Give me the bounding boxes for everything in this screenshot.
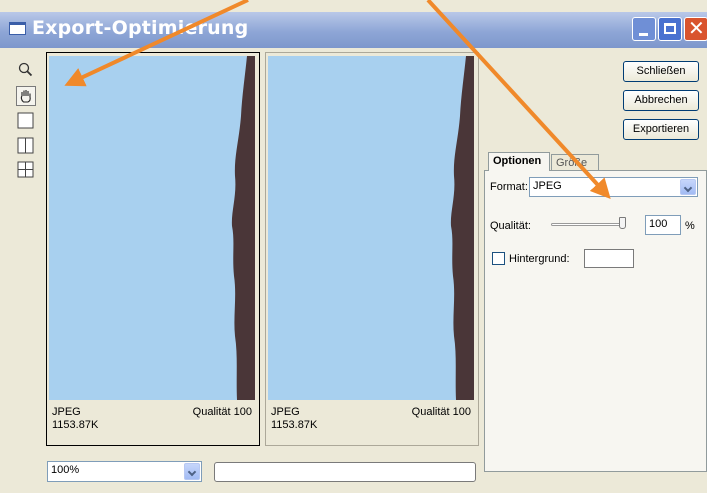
background-checkbox[interactable] — [492, 252, 505, 265]
close-window-button[interactable]: ✕ — [684, 17, 707, 41]
preview-quality: Qualität 100 — [192, 406, 252, 418]
magnifier-icon — [18, 62, 33, 77]
cancel-button[interactable]: Abbrechen — [623, 90, 699, 111]
format-value: JPEG — [533, 180, 562, 192]
four-up-view-button[interactable] — [16, 160, 36, 180]
tab-options[interactable]: Optionen — [488, 152, 550, 171]
single-view-button[interactable] — [16, 111, 36, 131]
window-title: Export-Optimierung — [32, 17, 249, 39]
four-up-view-icon — [17, 161, 34, 178]
preview-pane-original[interactable]: JPEG 1153.87K Qualität 100 — [46, 52, 260, 446]
format-select[interactable]: JPEG — [529, 177, 698, 197]
image-content — [231, 56, 255, 400]
preview-quality: Qualität 100 — [411, 406, 471, 418]
format-label: Format: — [490, 181, 528, 193]
zoom-select[interactable]: 100% — [47, 461, 202, 482]
two-up-view-button[interactable] — [16, 136, 36, 156]
background-color-swatch[interactable] — [584, 249, 634, 268]
preview-image[interactable] — [49, 56, 255, 400]
quality-unit: % — [685, 220, 695, 232]
single-view-icon — [17, 112, 34, 129]
image-content — [450, 56, 474, 400]
zoom-value: 100% — [51, 464, 80, 476]
quality-label: Qualität: — [490, 220, 531, 232]
export-button[interactable]: Exportieren — [623, 119, 699, 140]
quality-slider-track[interactable] — [551, 223, 623, 226]
preview-info: JPEG 1153.87K Qualität 100 — [52, 406, 252, 432]
progress-bar — [214, 462, 476, 482]
quality-slider-handle[interactable] — [619, 217, 626, 229]
maximize-button[interactable] — [658, 17, 682, 41]
zoom-tool-button[interactable] — [16, 60, 36, 80]
preview-info: JPEG 1153.87K Qualität 100 — [271, 406, 471, 432]
preview-filesize: 1153.87K — [271, 419, 318, 431]
export-optimization-window: Export-Optimierung ✕ JPEG 1153.87K Quali… — [0, 0, 707, 493]
title-bar[interactable]: Export-Optimierung ✕ — [0, 12, 707, 48]
close-icon: ✕ — [688, 18, 705, 40]
hand-tool-button[interactable] — [16, 86, 36, 106]
two-up-view-icon — [17, 137, 34, 154]
preview-pane-optimized[interactable]: JPEG 1153.87K Qualität 100 — [265, 52, 479, 446]
chevron-down-icon[interactable] — [680, 179, 696, 195]
window-app-icon — [9, 22, 26, 35]
close-button[interactable]: Schließen — [623, 61, 699, 82]
background-label: Hintergrund: — [509, 253, 570, 265]
minimize-button[interactable] — [632, 17, 656, 41]
tab-size[interactable]: Größe — [551, 154, 599, 171]
hand-icon — [20, 90, 31, 103]
preview-image[interactable] — [268, 56, 474, 400]
chevron-down-icon[interactable] — [184, 463, 200, 480]
preview-filesize: 1153.87K — [52, 419, 99, 431]
quality-input[interactable]: 100 — [645, 215, 681, 235]
